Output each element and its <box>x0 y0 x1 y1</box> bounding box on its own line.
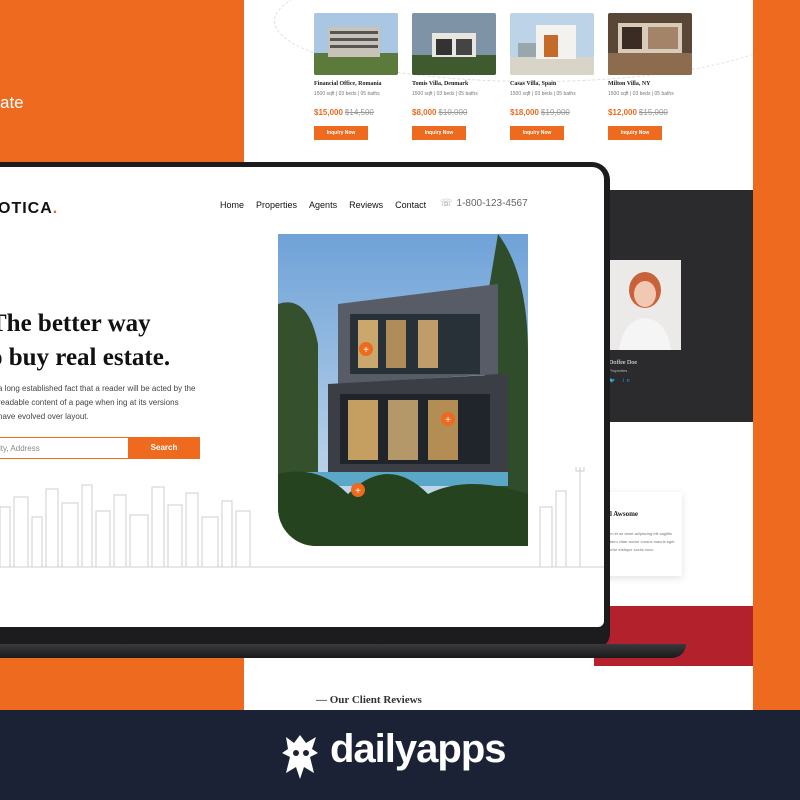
search-button[interactable]: Search <box>128 437 200 459</box>
nav-contact[interactable]: Contact <box>395 200 426 210</box>
listing-price: $12,000 $15,000 <box>608 108 668 117</box>
hero-title: The better way o buy real estate. <box>0 310 171 371</box>
laptop-base <box>0 644 686 658</box>
svg-text:+: + <box>363 345 369 356</box>
listing-price: $8,000 $10,000 <box>412 108 468 117</box>
right-orange-panel <box>753 0 800 710</box>
svg-text:+: + <box>355 486 361 497</box>
phone-icon: ☏ <box>440 198 453 209</box>
listing-meta: 1500 sqft | 03 beds | 05 baths <box>608 91 674 97</box>
nav-properties[interactable]: Properties <box>256 200 297 210</box>
laptop-screen: OTICA. Home Properties Agents Reviews Co… <box>0 167 604 627</box>
dailyapps-logo-icon <box>282 735 318 779</box>
hotspot-icon[interactable]: + <box>351 483 365 497</box>
listing-photo <box>608 13 692 75</box>
hero-house-photo: + + + <box>278 234 528 546</box>
listing-photo <box>314 13 398 75</box>
listing-title: Financial Office, Romania <box>314 81 382 87</box>
hero-subtitle: a long established fact that a reader wi… <box>0 384 196 421</box>
dailyapps-logo-text: dailyapps <box>330 727 507 771</box>
side-text: ate <box>0 93 24 112</box>
brand-logo[interactable]: OTICA. <box>0 200 58 218</box>
listing-old-price: $14,500 <box>344 108 374 117</box>
agent-role: Properties <box>609 368 628 373</box>
nav-home[interactable]: Home <box>220 200 244 210</box>
listing-price: $15,000 $14,500 <box>314 108 374 117</box>
hotspot-icon[interactable]: + <box>359 342 373 356</box>
listing-old-price: $15,000 <box>638 108 668 117</box>
review-text: em et se amet adipiscing elit sagittis l… <box>608 531 675 552</box>
search-input[interactable]: ity, Address <box>0 437 128 459</box>
review-title: ll Awsome <box>608 510 639 518</box>
listing-title: Milton Villa, NY <box>608 81 651 87</box>
agent-social-icons[interactable]: 🐦 in <box>609 378 633 384</box>
listing-old-price: $19,000 <box>540 108 570 117</box>
agent-photo <box>609 260 681 350</box>
main-nav: Home Properties Agents Reviews Contact <box>220 200 426 210</box>
nav-agents[interactable]: Agents <box>309 200 337 210</box>
listing-card[interactable]: Casas Villa, Spain 1500 sqft | 03 beds |… <box>510 13 594 140</box>
reviews-heading: — Our Client Reviews <box>316 694 422 706</box>
inquiry-button[interactable]: Inquiry Now <box>412 126 466 140</box>
listing-title: Casas Villa, Spain <box>510 81 557 87</box>
listing-photo <box>412 13 496 75</box>
listing-meta: 1500 sqft | 03 beds | 05 baths <box>314 91 380 97</box>
laptop-frame: OTICA. Home Properties Agents Reviews Co… <box>0 162 610 648</box>
listing-meta: 1500 sqft | 03 beds | 05 baths <box>510 91 576 97</box>
hotspot-icon[interactable]: + <box>441 412 455 426</box>
svg-text:+: + <box>445 415 451 426</box>
agent-name: Doffee Doe <box>609 360 638 366</box>
phone-number[interactable]: ☏ 1-800-123-4567 <box>440 198 528 209</box>
inquiry-button[interactable]: Inquiry Now <box>608 126 662 140</box>
listing-meta: 1500 sqft | 03 beds | 05 baths <box>412 91 478 97</box>
inquiry-button[interactable]: Inquiry Now <box>510 126 564 140</box>
listing-card[interactable]: Milton Villa, NY 1500 sqft | 03 beds | 0… <box>608 13 692 140</box>
listing-old-price: $10,000 <box>438 108 468 117</box>
listing-price: $18,000 $19,000 <box>510 108 570 117</box>
inquiry-button[interactable]: Inquiry Now <box>314 126 368 140</box>
listing-cards: Financial Office, Romania 1500 sqft | 03… <box>314 13 692 140</box>
listing-title: Tomis Villa, Denmark <box>412 81 469 87</box>
listing-card[interactable]: Financial Office, Romania 1500 sqft | 03… <box>314 13 398 140</box>
listing-photo <box>510 13 594 75</box>
listing-card[interactable]: Tomis Villa, Denmark 1500 sqft | 03 beds… <box>412 13 496 140</box>
nav-reviews[interactable]: Reviews <box>349 200 383 210</box>
